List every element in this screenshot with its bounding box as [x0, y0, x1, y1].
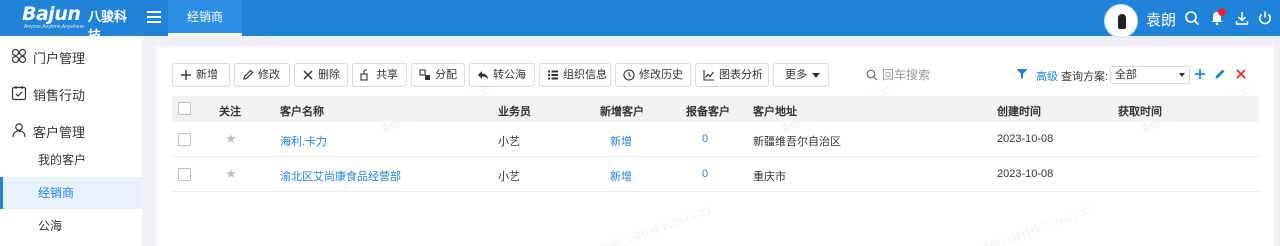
edit-button[interactable]: 修改: [234, 63, 290, 87]
address-cell: 新疆维吾尔自治区: [753, 136, 841, 148]
download-icon[interactable]: [1234, 10, 1250, 26]
new-customer-link[interactable]: 新增: [610, 168, 632, 184]
created-time-cell: 2023-10-08: [997, 168, 1054, 180]
button-label: 共享: [376, 69, 398, 81]
main-panel: 袁朗 八骏科技 2024-01-23 袁朗 八骏科技 2024-01-23 袁朗…: [157, 46, 1274, 246]
delete-button[interactable]: 删除: [294, 63, 348, 87]
hamburger-menu-icon[interactable]: [147, 8, 161, 26]
watermark: 袁朗 八骏科技 2024-01-23: [979, 205, 1093, 246]
table-row[interactable]: ★ 海利.卡力 小艺 新增 0 新疆维吾尔自治区 2023-10-08: [172, 122, 1259, 157]
sidebar-item-public-pool[interactable]: 公海: [0, 210, 142, 242]
plus-icon: [180, 69, 192, 81]
delete-scheme-icon[interactable]: [1235, 68, 1247, 80]
column-header-reported-customer[interactable]: 报备客户: [686, 103, 730, 119]
sidebar-item-portal[interactable]: 门户管理: [0, 38, 142, 74]
edit-history-button[interactable]: 修改历史: [615, 63, 691, 87]
new-customer-link[interactable]: 新增: [610, 133, 632, 149]
button-label: 新增: [196, 69, 218, 81]
logo-brand-text: Bajun: [22, 3, 81, 25]
add-scheme-icon[interactable]: [1194, 68, 1206, 80]
button-label: 修改历史: [639, 69, 683, 81]
sidebar-item-label: 客户管理: [33, 125, 86, 140]
star-icon[interactable]: ★: [225, 167, 237, 180]
add-button[interactable]: 新增: [172, 63, 230, 87]
customer-name-link[interactable]: 海利.卡力: [280, 133, 327, 149]
user-name[interactable]: 袁朗: [1146, 9, 1176, 30]
search-icon: [866, 69, 878, 81]
button-label: 修改: [258, 69, 280, 81]
return-icon: [477, 69, 489, 81]
assign-icon: [419, 69, 431, 81]
salesperson-cell: 小艺: [498, 136, 520, 148]
column-header-salesperson[interactable]: 业务员: [498, 103, 531, 119]
notification-badge: [1218, 8, 1226, 16]
sidebar-item-label: 门户管理: [33, 51, 86, 66]
button-label: 图表分析: [719, 69, 763, 81]
button-label: 组织信息: [563, 69, 607, 81]
user-icon: [11, 122, 27, 138]
advanced-search-link[interactable]: 高级: [1036, 68, 1058, 84]
column-header-acquired-time[interactable]: 获取时间: [1118, 103, 1162, 119]
x-icon: [302, 69, 314, 81]
select-all-checkbox[interactable]: [178, 102, 191, 115]
column-header-customer-name[interactable]: 客户名称: [280, 103, 324, 119]
watermark: 袁朗 八骏科技 2024-01-23: [599, 205, 713, 246]
table-row[interactable]: ★ 渝北区艾尚康食品经营部 小艺 新增 0 重庆市 2023-10-08: [172, 157, 1259, 192]
edit-scheme-icon[interactable]: [1214, 68, 1226, 80]
column-header-new-customer[interactable]: 新增客户: [600, 103, 644, 119]
button-label: 删除: [318, 69, 340, 81]
share-icon: [360, 69, 372, 81]
more-dropdown-button[interactable]: 更多: [773, 63, 829, 87]
button-label: 转公海: [493, 69, 526, 81]
row-checkbox[interactable]: [178, 133, 191, 146]
address-cell: 重庆市: [753, 171, 786, 183]
clock-icon: [623, 69, 635, 81]
column-header-created-time[interactable]: 创建时间: [997, 103, 1041, 119]
pencil-icon: [242, 69, 254, 81]
search-icon[interactable]: [1184, 10, 1200, 26]
column-header-follow[interactable]: 关注: [219, 103, 241, 119]
share-button[interactable]: 共享: [352, 63, 407, 87]
query-scheme-label: 查询方案:: [1061, 71, 1109, 83]
search-field: [866, 63, 1006, 87]
list-icon: [547, 69, 559, 81]
row-checkbox[interactable]: [178, 168, 191, 181]
top-bar: Bajun 八骏科技 Anyone,Anytime,Anywhere 经销商 袁…: [0, 0, 1280, 43]
search-input[interactable]: [882, 63, 1002, 87]
customer-name-link[interactable]: 渝北区艾尚康食品经营部: [280, 168, 401, 184]
table-header: 关注 客户名称 业务员 新增客户 报备客户 客户地址 创建时间 获取时间: [172, 96, 1259, 122]
sidebar-item-my-customers[interactable]: 我的客户: [0, 144, 142, 176]
reported-count-link[interactable]: 0: [702, 168, 708, 180]
filter-icon[interactable]: [1016, 68, 1028, 80]
calendar-check-icon: [11, 85, 27, 101]
power-icon[interactable]: [1257, 10, 1273, 26]
reported-count-link[interactable]: 0: [702, 133, 708, 145]
grid-icon: [11, 48, 27, 64]
notification-bell-icon[interactable]: [1209, 8, 1226, 26]
button-label: 更多: [785, 69, 807, 81]
sidebar-item-label: 销售行动: [33, 88, 86, 103]
organization-info-button[interactable]: 组织信息: [539, 63, 611, 87]
bajun-logo[interactable]: Bajun 八骏科技 Anyone,Anytime,Anywhere: [22, 3, 132, 43]
assign-button[interactable]: 分配: [411, 63, 465, 87]
avatar[interactable]: [1104, 4, 1138, 38]
chevron-down-icon: [1179, 73, 1185, 77]
query-scheme-select[interactable]: 全部: [1110, 66, 1190, 84]
sidebar-item-sales-action[interactable]: 销售行动: [0, 75, 142, 111]
button-label: 分配: [435, 69, 457, 81]
query-scheme-value: 全部: [1115, 69, 1137, 81]
star-icon[interactable]: ★: [225, 132, 237, 145]
chart-icon: [703, 69, 715, 81]
move-to-public-pool-button[interactable]: 转公海: [469, 63, 535, 87]
tab-dealers[interactable]: 经销商: [168, 0, 242, 36]
sidebar: 门户管理 销售行动 客户管理 我的客户 经销商 公海: [0, 36, 142, 246]
chevron-down-icon: [812, 73, 820, 78]
column-header-customer-address[interactable]: 客户地址: [753, 103, 797, 119]
chart-analysis-button[interactable]: 图表分析: [695, 63, 769, 87]
sidebar-item-dealers[interactable]: 经销商: [0, 177, 142, 209]
created-time-cell: 2023-10-08: [997, 133, 1054, 145]
salesperson-cell: 小艺: [498, 171, 520, 183]
logo-tagline: Anyone,Anytime,Anywhere: [24, 24, 85, 30]
sidebar-item-customer-management[interactable]: 客户管理: [0, 112, 142, 148]
